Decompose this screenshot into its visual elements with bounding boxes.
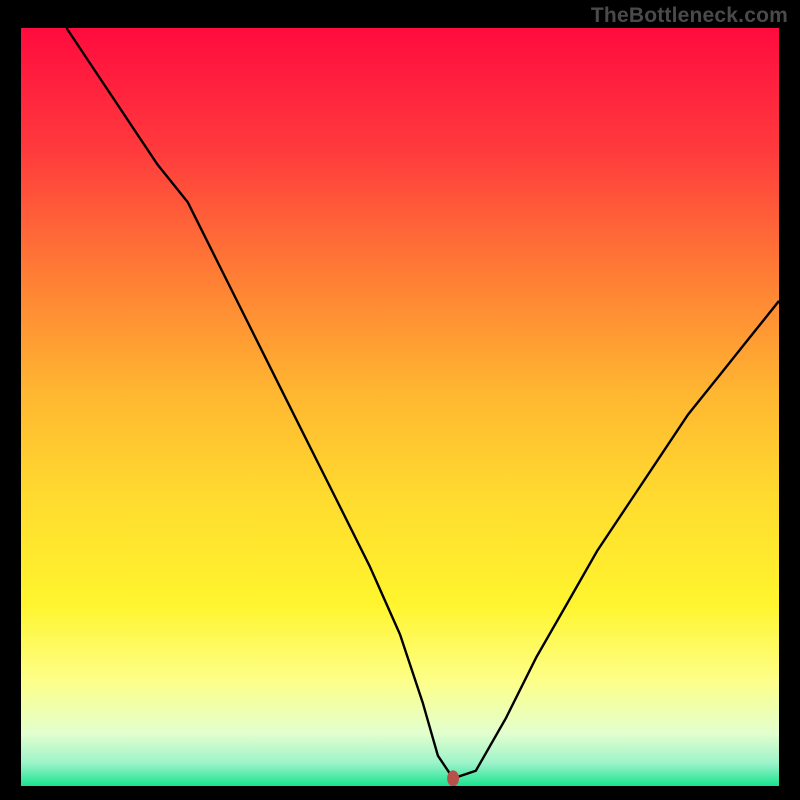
- bottleneck-chart: [21, 28, 779, 786]
- watermark-label: TheBottleneck.com: [591, 4, 788, 28]
- plot-background: [21, 28, 779, 786]
- optimal-point-marker: [447, 770, 459, 786]
- chart-frame: TheBottleneck.com: [0, 0, 800, 800]
